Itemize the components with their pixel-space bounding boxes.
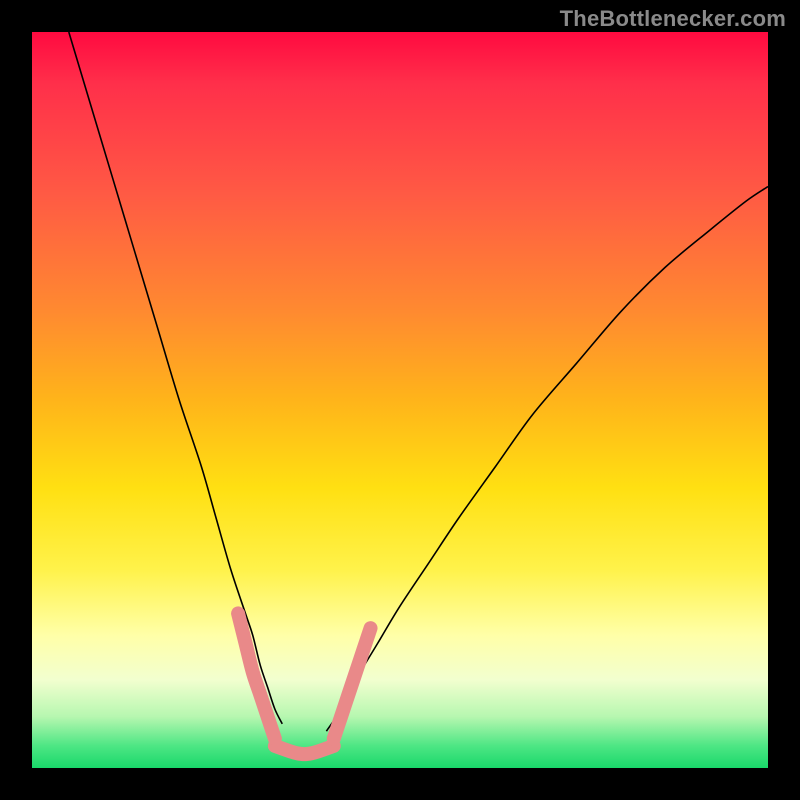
curves-svg [32,32,768,768]
plot-area [32,32,768,768]
series-bottom-flat [275,746,334,754]
chart-stage: TheBottlenecker.com [0,0,800,800]
series-left-highlight [238,613,275,738]
watermark-text: TheBottlenecker.com [560,6,786,32]
series-right-highlight [334,628,371,738]
series-right-ascent [326,187,768,732]
series-left-descent [69,32,282,724]
